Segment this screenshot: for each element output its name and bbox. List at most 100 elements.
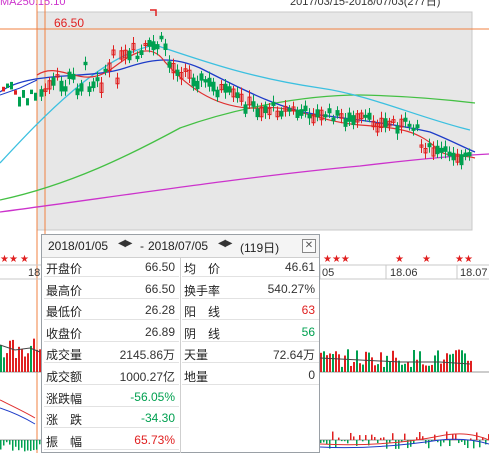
candle-body	[14, 90, 17, 95]
volume-bar	[36, 349, 38, 372]
candle-body	[287, 108, 292, 112]
macd-bar	[27, 440, 29, 451]
volume-bar	[347, 349, 349, 372]
candle-body	[427, 143, 432, 148]
macd-bar	[380, 437, 382, 440]
volume-bar	[338, 354, 340, 372]
volume-bar	[320, 352, 322, 372]
candle-body	[26, 98, 29, 106]
macd-bar	[365, 435, 367, 440]
volume-bar	[18, 346, 20, 372]
candle-body	[315, 109, 320, 118]
volume-bar	[329, 353, 331, 372]
volume-bar	[470, 360, 472, 372]
volume-bar	[353, 361, 355, 372]
stat-value: 56	[301, 324, 315, 339]
macd-bar	[353, 436, 355, 440]
ma250-label: MA250:15.10	[0, 0, 65, 8]
candle-body	[195, 80, 200, 90]
macd-bar	[440, 440, 442, 447]
candle-body	[63, 86, 68, 92]
candle-body	[323, 114, 328, 118]
stat-row: 最低价 26.28	[44, 300, 179, 321]
macd-bar	[377, 440, 379, 444]
volume-bar	[410, 366, 412, 372]
stat-row: 成交量 2145.86万	[44, 343, 179, 364]
stat-label: 振 幅	[46, 434, 83, 449]
candle-body	[255, 108, 260, 118]
candle-body	[435, 145, 440, 155]
volume-bar	[413, 349, 415, 372]
volume-bar	[404, 363, 406, 372]
stat-row: 地量 0	[182, 365, 319, 385]
candle-body	[147, 39, 152, 47]
volume-bar	[359, 363, 361, 372]
volume-bar	[431, 364, 433, 372]
macd-bar	[395, 440, 397, 449]
stat-label: 均 价	[184, 262, 221, 276]
macd-bar	[3, 440, 5, 446]
macd-bar	[419, 432, 421, 440]
candle-body	[367, 112, 372, 120]
stat-row: 涨跌幅 -56.05%	[44, 387, 179, 407]
stat-value: -34.30	[140, 411, 175, 426]
candle-body	[243, 104, 248, 114]
candle-body	[303, 105, 308, 112]
stat-value: 66.50	[144, 260, 175, 274]
candle-body	[363, 114, 368, 118]
stat-label: 涨跌幅	[46, 391, 83, 406]
macd-bar	[467, 440, 469, 449]
volume-bar	[9, 340, 11, 372]
macd-bar	[446, 431, 448, 440]
volume-bar	[368, 352, 370, 372]
volume-bar	[395, 357, 397, 372]
candle-body	[167, 61, 172, 68]
candle-body	[439, 147, 444, 153]
candle-body	[10, 81, 13, 90]
stat-value: 1000.27亿	[119, 370, 175, 384]
volume-bar	[341, 366, 343, 372]
candle-body	[467, 152, 472, 157]
candle-body	[191, 77, 196, 87]
macd-bar	[18, 440, 20, 451]
days-count: (119日)	[240, 241, 280, 255]
range-label: 2017/03/15-2018/07/03(277日)	[290, 0, 440, 8]
start-date-arrows-icon[interactable]: ◀▶	[118, 238, 132, 249]
macd-bar	[33, 440, 35, 451]
volume-bar	[407, 362, 409, 372]
volume-bar	[371, 357, 373, 372]
stat-label: 收盘价	[46, 326, 83, 341]
stat-label: 涨 跌	[46, 413, 83, 428]
macd-bar	[326, 440, 328, 445]
macd-bar	[350, 432, 352, 440]
macd-bar	[335, 440, 337, 448]
interval-stats-panel[interactable]: 2018/01/05 ◀▶ - 2018/07/05 ◀▶ (119日) ✕ 开…	[41, 234, 320, 453]
stat-value: 2145.86万	[119, 348, 175, 363]
candle-body	[159, 35, 164, 40]
volume-bar	[365, 351, 367, 372]
date-label-0: 18	[28, 267, 40, 279]
candle-body	[34, 92, 37, 101]
end-date-arrows-icon[interactable]: ◀▶	[218, 238, 232, 249]
candle-body	[79, 83, 84, 92]
macd-bar	[398, 440, 400, 449]
candle-body	[307, 114, 312, 119]
stat-row: 收盘价 26.89	[44, 322, 179, 342]
candle-body	[415, 124, 420, 129]
candle-body	[459, 154, 464, 166]
candle-body	[251, 101, 256, 107]
stat-label: 最低价	[46, 305, 83, 320]
candle-body	[163, 43, 168, 51]
candle-body	[22, 90, 25, 98]
stat-label: 开盘价	[46, 262, 83, 276]
stat-value: 540.27%	[267, 281, 315, 296]
svg-text:★★: ★★	[0, 254, 18, 265]
stat-label: 阴 线	[184, 326, 221, 341]
close-icon[interactable]: ✕	[302, 239, 316, 253]
candle-body	[279, 110, 284, 117]
macd-bar	[30, 440, 32, 451]
stat-row: 成交额 1000.27亿	[44, 365, 179, 385]
stat-row: 涨 跌 -34.30	[44, 408, 179, 429]
svg-text:★★: ★★	[455, 254, 473, 265]
macd-bar	[6, 440, 8, 443]
